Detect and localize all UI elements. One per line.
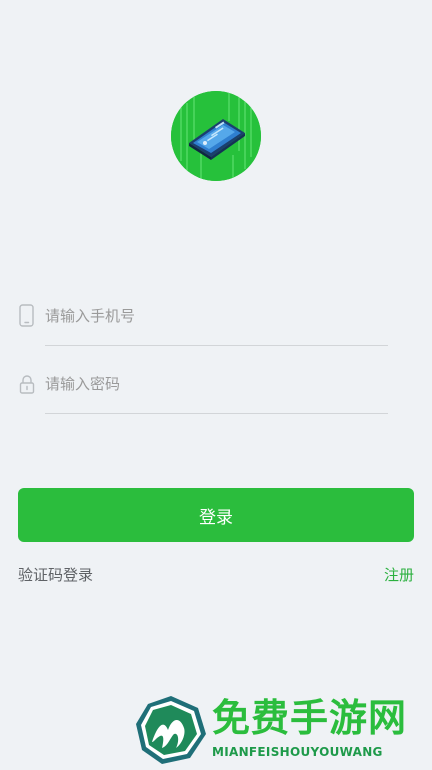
watermark-title: 免费手游网: [212, 695, 408, 740]
app-logo-graphic: [171, 91, 261, 181]
phone-input[interactable]: [45, 302, 385, 330]
phone-icon: [18, 304, 36, 328]
register-link[interactable]: 注册: [384, 564, 414, 585]
phone-field: [18, 302, 388, 372]
password-input[interactable]: [45, 370, 385, 398]
sms-login-link[interactable]: 验证码登录: [18, 564, 93, 585]
app-logo: [171, 91, 261, 181]
phone-underline: [45, 345, 388, 346]
watermark-emblem-icon: [134, 694, 208, 766]
lock-icon: [18, 372, 36, 396]
watermark-subtitle: MIANFEISHOUYOUWANG: [212, 745, 383, 759]
password-underline: [45, 413, 388, 414]
password-field: [18, 370, 388, 440]
site-watermark: 免费手游网 MIANFEISHOUYOUWANG: [134, 694, 424, 766]
login-button[interactable]: 登录: [18, 488, 414, 542]
